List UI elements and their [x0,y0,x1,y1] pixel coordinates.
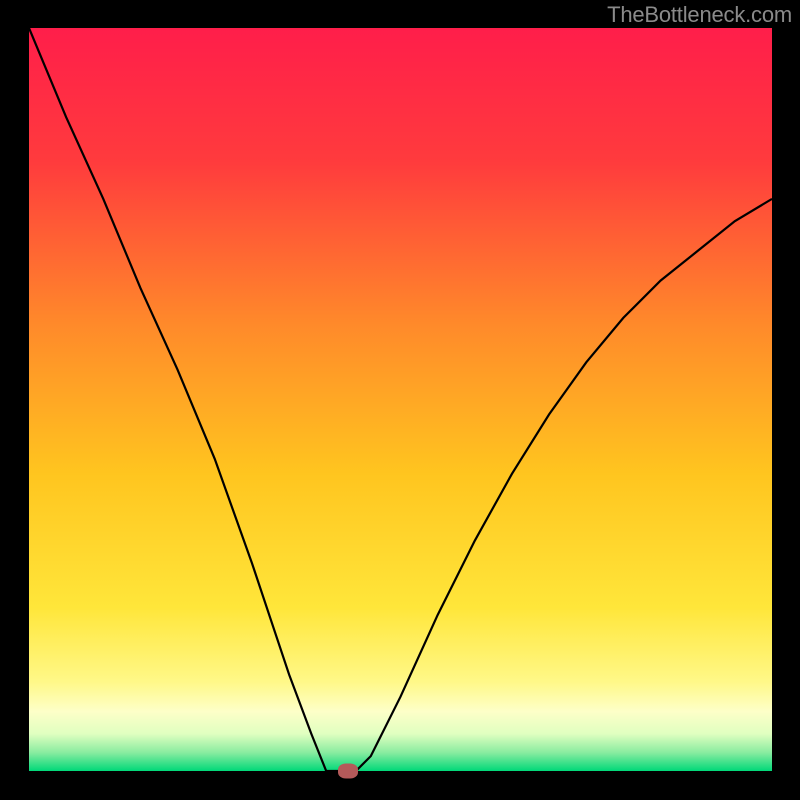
chart-canvas: TheBottleneck.com [0,0,800,800]
attribution-text: TheBottleneck.com [607,2,792,28]
bottleneck-curve [29,28,772,771]
plot-area [29,28,772,771]
marker-dot [338,764,358,779]
